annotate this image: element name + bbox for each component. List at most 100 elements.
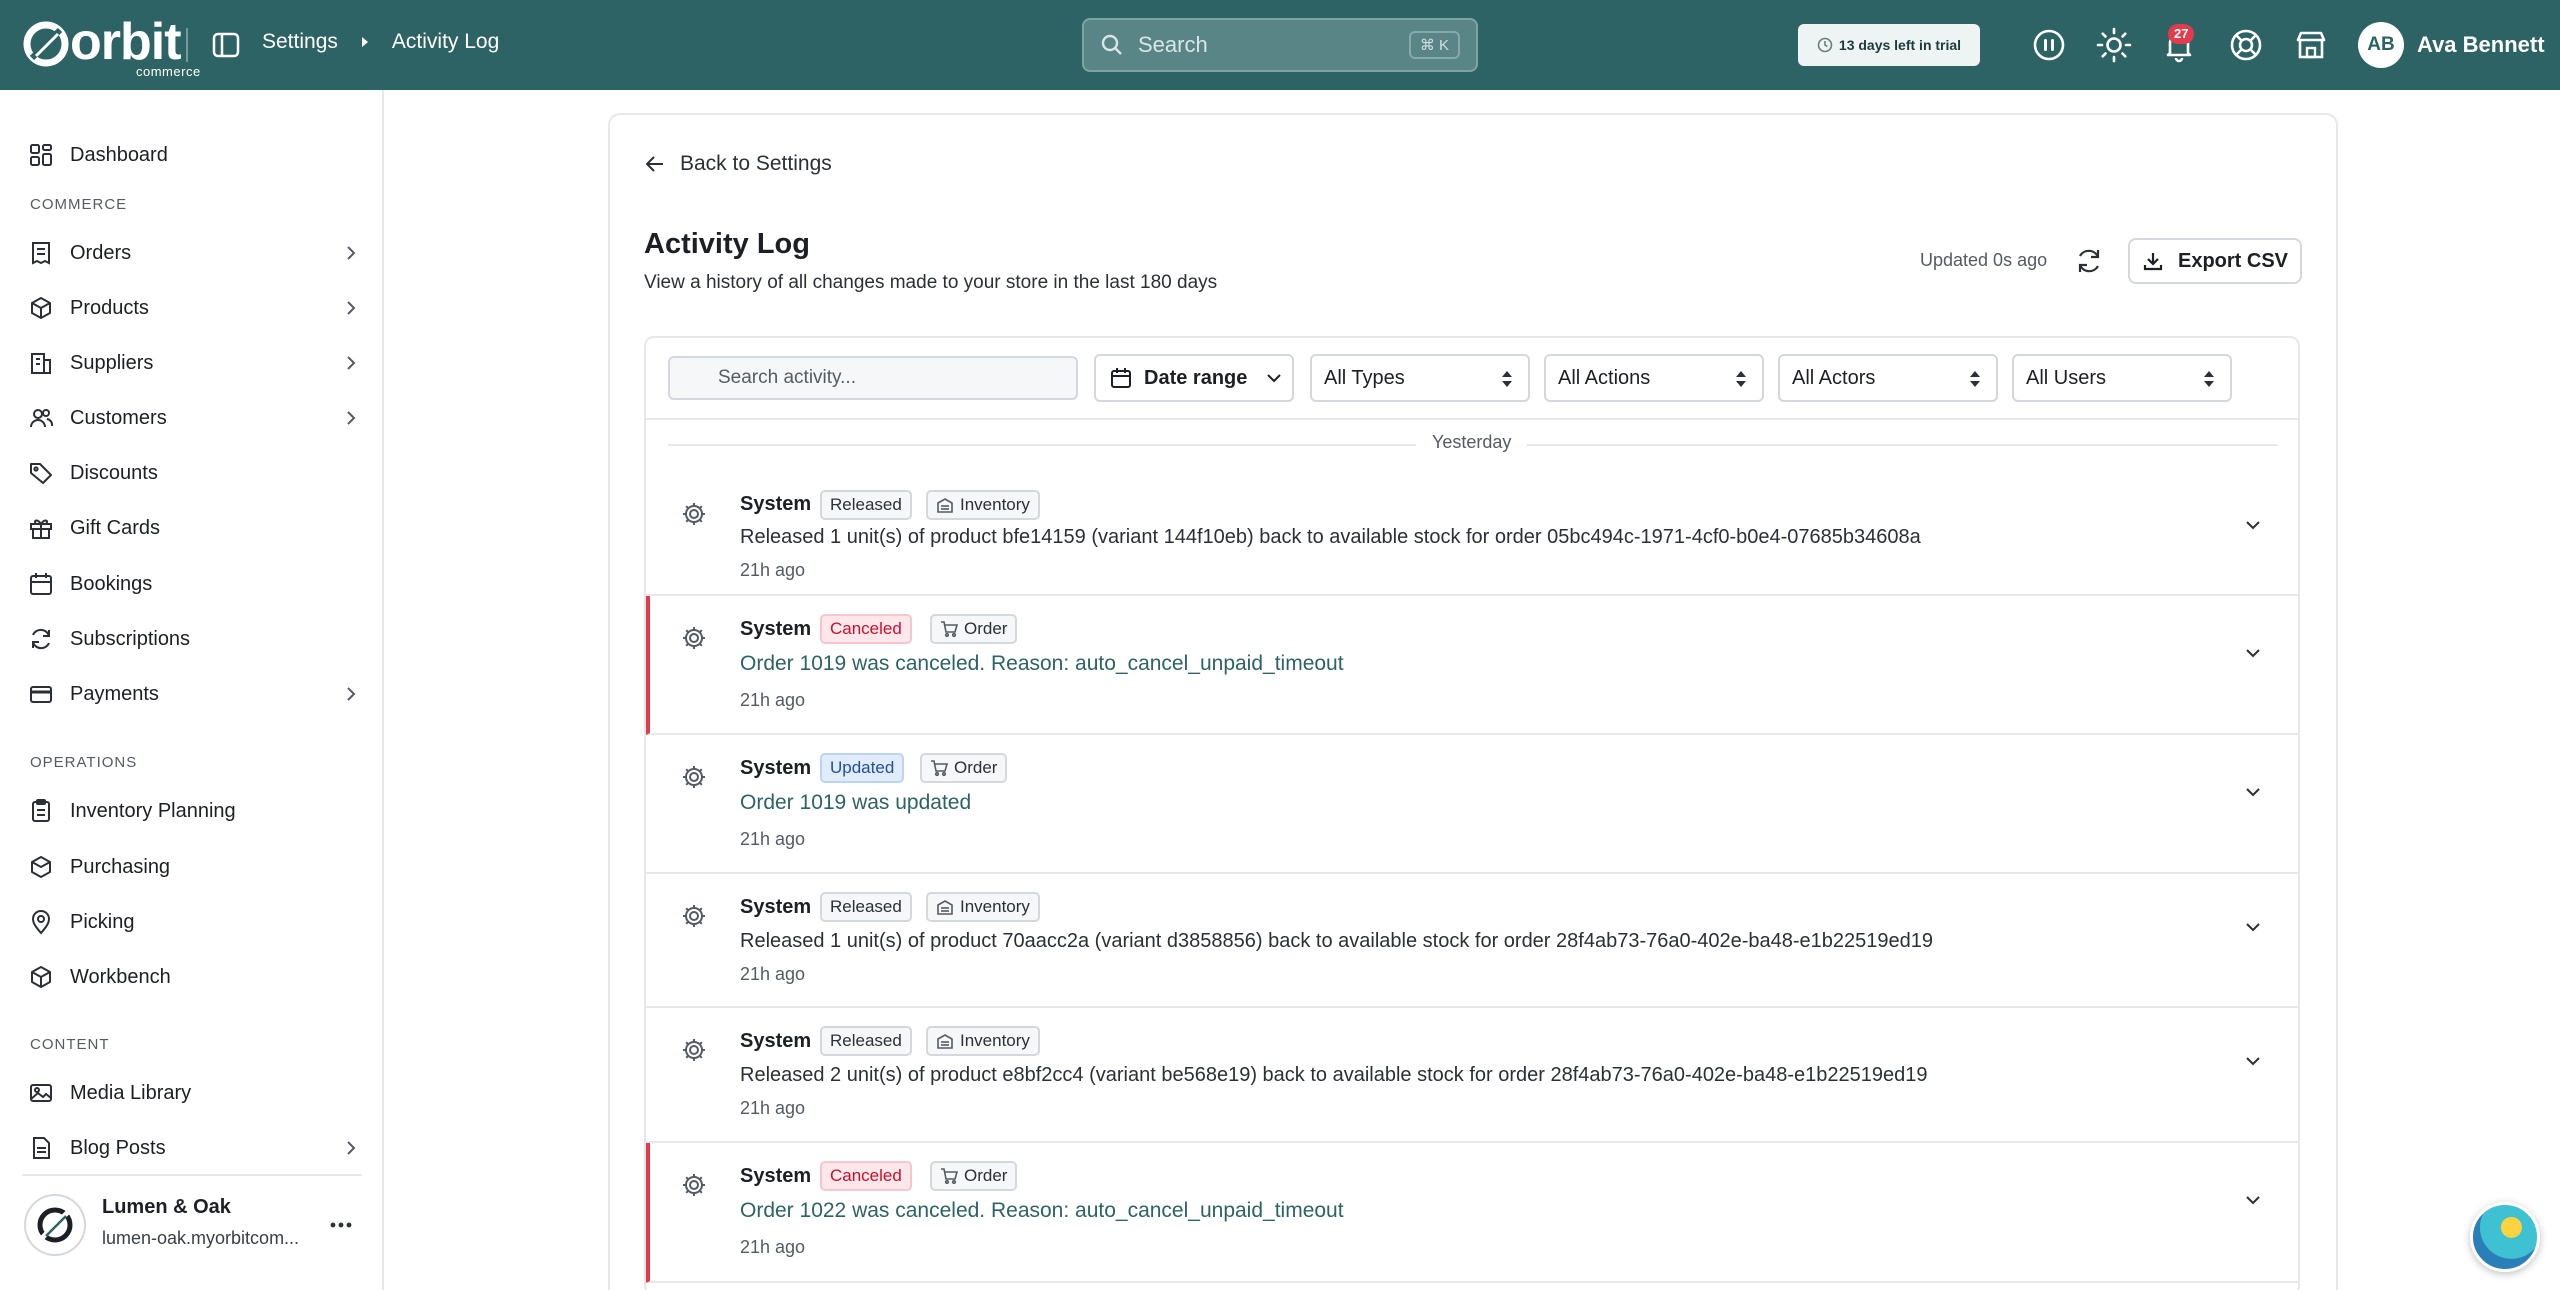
- action-badge: Released: [820, 1026, 912, 1056]
- purchasing-box-icon: [31, 856, 51, 878]
- chevron-down-icon[interactable]: [2242, 514, 2264, 536]
- date-range-label: Date range: [1144, 366, 1248, 389]
- sidebar-item-label: Subscriptions: [70, 627, 191, 650]
- actors-select-value: All Actors: [1792, 366, 1876, 389]
- chevron-right-icon: [347, 687, 356, 701]
- chevron-down-icon[interactable]: [2242, 781, 2264, 803]
- activity-entry[interactable]: System Updated Order Order 1019 was upda…: [646, 735, 2298, 874]
- theme-sun-icon[interactable]: [2095, 26, 2133, 64]
- store-switcher[interactable]: Lumen & Oak lumen-oak.myorbitcom...: [22, 1174, 362, 1274]
- sidebar-item-label: Orders: [70, 241, 132, 264]
- type-badge: Order: [930, 1161, 1018, 1191]
- sidebar-item-gift-cards[interactable]: Gift Cards: [28, 507, 360, 549]
- clipboard-icon: [32, 799, 50, 822]
- warehouse-icon: [937, 1034, 953, 1049]
- chat-assistant-button[interactable]: [2470, 1202, 2540, 1272]
- calendar-icon: [30, 573, 52, 595]
- document-icon: [33, 1137, 50, 1159]
- store-name: Lumen & Oak: [102, 1196, 231, 1218]
- types-select[interactable]: All Types: [1310, 354, 1530, 402]
- sidebar-item-bookings[interactable]: Bookings: [28, 563, 360, 605]
- sidebar-item-subscriptions[interactable]: Subscriptions: [28, 618, 360, 660]
- filter-bar: Search activity... Date range All Types …: [646, 338, 2298, 420]
- entry-message-link[interactable]: Order 1022 was canceled. Reason: auto_ca…: [740, 1199, 1344, 1223]
- actions-select[interactable]: All Actions: [1544, 354, 1764, 402]
- types-select-value: All Types: [1324, 366, 1405, 389]
- sidebar-item-payments[interactable]: Payments: [28, 673, 360, 715]
- breadcrumb-settings[interactable]: Settings: [262, 30, 338, 54]
- store-logo-icon: [37, 1207, 73, 1243]
- sidebar-item-purchasing[interactable]: Purchasing: [28, 846, 360, 888]
- assistant-icon[interactable]: [2030, 26, 2068, 64]
- user-name[interactable]: Ava Bennett: [2417, 32, 2545, 58]
- map-pin-icon: [31, 910, 51, 935]
- section-operations: OPERATIONS: [30, 754, 138, 771]
- entry-actor: System: [740, 493, 812, 515]
- chevron-down-icon[interactable]: [2242, 1050, 2264, 1072]
- global-search[interactable]: Search ⌘ K: [1082, 18, 1478, 72]
- sidebar-item-discounts[interactable]: Discounts: [28, 452, 360, 494]
- chevron-right-icon: [347, 1141, 356, 1155]
- sidebar-item-orders[interactable]: Orders: [28, 232, 360, 274]
- sidebar-item-suppliers[interactable]: Suppliers: [28, 342, 360, 384]
- storefront-icon[interactable]: [2292, 26, 2330, 64]
- sidebar-item-products[interactable]: Products: [28, 287, 360, 329]
- sidebar-item-workbench[interactable]: Workbench: [28, 956, 360, 998]
- trial-badge[interactable]: 13 days left in trial: [1798, 24, 1980, 66]
- entry-actor: System: [740, 896, 812, 918]
- activity-entry[interactable]: System Released Inventory Released 1 uni…: [646, 464, 2298, 596]
- sidebar-item-media-library[interactable]: Media Library: [28, 1072, 360, 1114]
- chevron-down-icon[interactable]: [2242, 1189, 2264, 1211]
- action-badge: Released: [820, 892, 912, 922]
- search-icon: [1101, 34, 1122, 55]
- more-options-icon[interactable]: [324, 1208, 358, 1242]
- brand-logo[interactable]: orbit commerce: [22, 16, 200, 79]
- back-link-label: Back to Settings: [680, 152, 832, 175]
- chevron-down-icon[interactable]: [2242, 642, 2264, 664]
- logo-subtitle: commerce: [136, 64, 201, 79]
- chevron-down-icon: [1267, 374, 1282, 383]
- select-arrows-icon: [1970, 371, 1980, 387]
- type-badge-label: Order: [964, 619, 1008, 638]
- activity-entry[interactable]: System Released Inventory Released 1 uni…: [646, 874, 2298, 1008]
- sidebar-item-customers[interactable]: Customers: [28, 397, 360, 439]
- entry-time: 21h ago: [740, 560, 806, 580]
- store-url: lumen-oak.myorbitcom...: [102, 1228, 300, 1248]
- gear-icon: [683, 627, 705, 649]
- sidebar-item-picking[interactable]: Picking: [28, 901, 360, 943]
- customers-users-icon: [30, 409, 54, 428]
- sidebar: Dashboard COMMERCE Orders Products Suppl…: [0, 90, 384, 1290]
- entry-message-link[interactable]: Order 1019 was canceled. Reason: auto_ca…: [740, 652, 1344, 676]
- users-select[interactable]: All Users: [2012, 354, 2232, 402]
- users-select-value: All Users: [2026, 366, 2107, 389]
- back-to-settings-link[interactable]: Back to Settings: [644, 152, 832, 176]
- sidebar-item-label: Dashboard: [70, 143, 168, 166]
- sidebar-item-inventory-planning[interactable]: Inventory Planning: [28, 790, 360, 832]
- cart-icon: [941, 1168, 958, 1185]
- search-shortcut: ⌘ K: [1408, 31, 1460, 59]
- actors-select[interactable]: All Actors: [1778, 354, 1998, 402]
- user-avatar[interactable]: AB: [2358, 22, 2404, 68]
- download-icon: [2143, 253, 2163, 271]
- export-csv-button[interactable]: Export CSV: [2128, 238, 2302, 284]
- entry-message-link[interactable]: Order 1019 was updated: [740, 791, 971, 815]
- sidebar-item-blog-posts[interactable]: Blog Posts: [28, 1127, 360, 1169]
- section-content: CONTENT: [30, 1036, 110, 1053]
- chevron-down-icon[interactable]: [2242, 916, 2264, 938]
- gift-icon: [30, 519, 52, 539]
- help-lifebuoy-icon[interactable]: [2227, 26, 2265, 64]
- date-range-picker[interactable]: Date range: [1094, 354, 1294, 402]
- sidebar-toggle-icon[interactable]: [210, 29, 242, 61]
- activity-entry[interactable]: System Canceled Order Order 1019 was can…: [646, 596, 2298, 735]
- activity-entry[interactable]: System Released Inventory Released 2 uni…: [646, 1008, 2298, 1143]
- activity-entry[interactable]: System Canceled Order Order 1022 was can…: [646, 1143, 2298, 1283]
- cart-icon: [941, 621, 958, 638]
- warehouse-icon: [937, 498, 953, 513]
- gear-icon: [683, 1039, 705, 1061]
- refresh-icon[interactable]: [2074, 246, 2104, 276]
- orders-icon: [32, 242, 50, 265]
- sidebar-item-dashboard[interactable]: Dashboard: [28, 134, 360, 176]
- activity-search-input[interactable]: Search activity...: [668, 356, 1078, 400]
- activity-search-placeholder: Search activity...: [718, 367, 856, 388]
- sidebar-item-label: Gift Cards: [70, 516, 161, 539]
